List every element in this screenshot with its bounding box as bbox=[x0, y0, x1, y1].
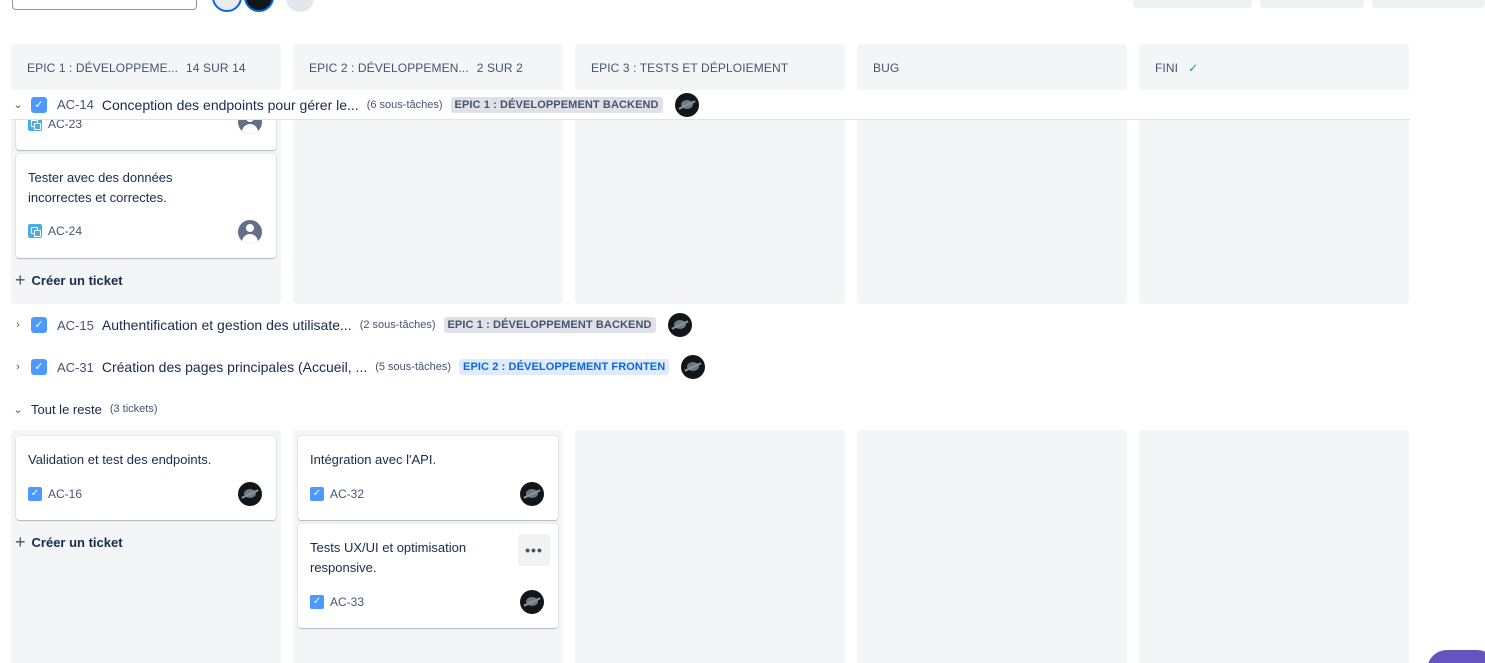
create-ticket-button[interactable]: + Créer un ticket bbox=[15, 268, 123, 292]
chevron-right-icon[interactable]: › bbox=[11, 319, 25, 331]
avatar[interactable] bbox=[520, 482, 544, 506]
swimlane-subtask-count: (5 sous-tâches) bbox=[375, 361, 452, 373]
issue-card[interactable]: Intégration avec l'API. ✓ AC-32 bbox=[298, 436, 558, 520]
unassigned-avatar-icon[interactable] bbox=[238, 220, 262, 244]
toolbar-button[interactable] bbox=[1133, 0, 1252, 8]
column-count: 14 SUR 14 bbox=[186, 61, 246, 75]
create-ticket-label: Créer un ticket bbox=[31, 272, 123, 288]
issue-key[interactable]: AC-24 bbox=[48, 224, 82, 238]
column-title: EPIC 2 : DÉVELOPPEMEN... bbox=[309, 61, 469, 75]
swimlane-header-rest[interactable]: ⌄ Tout le reste (3 tickets) bbox=[11, 396, 158, 422]
board-column: FINI ✓ bbox=[1139, 44, 1409, 304]
create-ticket-button[interactable]: + Créer un ticket bbox=[15, 530, 123, 554]
board-column: BUG bbox=[857, 44, 1127, 304]
create-ticket-label: Créer un ticket bbox=[31, 534, 123, 550]
column-header: BUG bbox=[857, 44, 1127, 92]
swimlane-title[interactable]: Conception des endpoints pour gérer le..… bbox=[102, 97, 359, 113]
avatar[interactable] bbox=[520, 590, 544, 614]
swimlane-subtask-count: (6 sous-tâches) bbox=[366, 98, 443, 111]
task-icon: ✓ bbox=[310, 595, 324, 609]
issue-card[interactable]: Tests UX/UI et optimisation responsive. … bbox=[298, 524, 558, 628]
toolbar-button[interactable] bbox=[1372, 0, 1485, 8]
issue-key[interactable]: AC-32 bbox=[330, 487, 364, 501]
task-icon: ✓ bbox=[28, 487, 42, 501]
swimlane-title[interactable]: Création des pages principales (Accueil,… bbox=[102, 359, 367, 375]
help-button[interactable] bbox=[1427, 650, 1485, 663]
avatar[interactable] bbox=[674, 92, 699, 117]
column-header: EPIC 3 : TESTS ET DÉPLOIEMENT bbox=[575, 44, 845, 92]
board-column bbox=[1139, 430, 1409, 663]
toolbar-button[interactable] bbox=[1260, 0, 1364, 8]
chevron-right-icon[interactable]: › bbox=[11, 361, 25, 373]
column-title: EPIC 1 : DÉVELOPPEME... bbox=[27, 61, 179, 75]
swimlane-key[interactable]: AC-15 bbox=[57, 318, 94, 333]
search-input[interactable] bbox=[12, 0, 197, 10]
issue-summary: Tester avec des données incorrectes et c… bbox=[28, 170, 173, 205]
issue-summary: Tests UX/UI et optimisation responsive. bbox=[310, 540, 467, 575]
column-header: FINI ✓ bbox=[1139, 44, 1409, 92]
swimlane-key[interactable]: AC-31 bbox=[57, 360, 94, 375]
add-people-icon[interactable] bbox=[286, 0, 314, 12]
more-actions-button[interactable]: ••• bbox=[518, 534, 550, 566]
checkmark-icon: ✓ bbox=[1188, 61, 1199, 75]
avatar-filter[interactable] bbox=[212, 0, 242, 12]
column-title: FINI bbox=[1155, 61, 1179, 75]
subtask-icon bbox=[28, 224, 42, 238]
issue-card[interactable]: Tester avec des données incorrectes et c… bbox=[16, 154, 276, 258]
rest-group-count: (3 tickets) bbox=[109, 403, 158, 415]
rest-group-label[interactable]: Tout le reste bbox=[31, 402, 102, 417]
swimlane-title[interactable]: Authentification et gestion des utilisat… bbox=[102, 317, 352, 333]
board-column: EPIC 2 : DÉVELOPPEMEN... 2 SUR 2 bbox=[293, 44, 563, 304]
task-checkbox-icon: ✓ bbox=[31, 96, 47, 113]
issue-card[interactable]: Validation et test des endpoints. ✓ AC-1… bbox=[16, 436, 276, 520]
column-header: EPIC 1 : DÉVELOPPEME... 14 SUR 14 bbox=[11, 44, 281, 92]
task-icon: ✓ bbox=[310, 487, 324, 501]
issue-key[interactable]: AC-16 bbox=[48, 487, 82, 501]
column-header: EPIC 2 : DÉVELOPPEMEN... 2 SUR 2 bbox=[293, 44, 563, 92]
issue-key[interactable]: AC-33 bbox=[330, 595, 364, 609]
swimlane-key[interactable]: AC-14 bbox=[57, 97, 94, 112]
board-column bbox=[857, 430, 1127, 663]
board-column: EPIC 3 : TESTS ET DÉPLOIEMENT bbox=[575, 44, 845, 304]
swimlane-header[interactable]: › ✓ AC-31 Création des pages principales… bbox=[11, 352, 706, 382]
swimlane-header[interactable]: › ✓ AC-15 Authentification et gestion de… bbox=[11, 310, 692, 340]
epic-lozenge: EPIC 1 : DÉVELOPPEMENT BACKEND bbox=[443, 317, 656, 333]
avatar[interactable] bbox=[667, 313, 692, 337]
issue-summary: Intégration avec l'API. bbox=[310, 452, 437, 467]
column-title: BUG bbox=[873, 61, 900, 75]
issue-summary: Validation et test des endpoints. bbox=[28, 452, 212, 467]
chevron-down-icon[interactable]: ⌄ bbox=[11, 403, 25, 416]
swimlane-header[interactable]: ⌄ ✓ AC-14 Conception des endpoints pour … bbox=[11, 90, 1410, 120]
column-count: 2 SUR 2 bbox=[476, 61, 523, 75]
plus-icon: + bbox=[15, 269, 26, 290]
board-column bbox=[575, 430, 845, 663]
plus-icon: + bbox=[15, 531, 26, 552]
column-title: EPIC 3 : TESTS ET DÉPLOIEMENT bbox=[591, 61, 789, 75]
task-checkbox-icon: ✓ bbox=[31, 359, 47, 375]
epic-lozenge: EPIC 1 : DÉVELOPPEMENT BACKEND bbox=[450, 96, 663, 113]
epic-lozenge: EPIC 2 : DÉVELOPPEMENT FRONTEN bbox=[459, 359, 670, 375]
avatar-filter[interactable] bbox=[244, 0, 274, 12]
chevron-down-icon[interactable]: ⌄ bbox=[11, 98, 25, 111]
task-checkbox-icon: ✓ bbox=[31, 317, 47, 333]
avatar[interactable] bbox=[681, 355, 706, 379]
avatar[interactable] bbox=[238, 482, 262, 506]
swimlane-subtask-count: (2 sous-tâches) bbox=[359, 319, 436, 331]
